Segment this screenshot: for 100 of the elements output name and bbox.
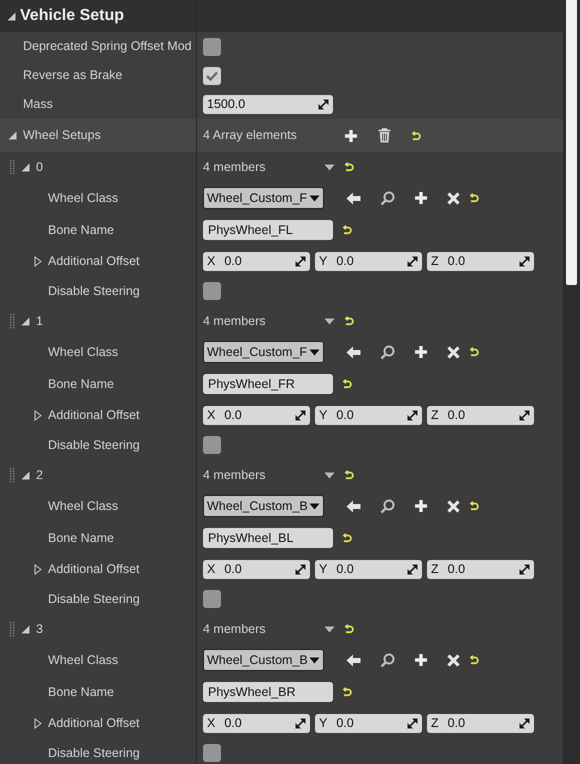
drag-handle-icon[interactable] xyxy=(10,622,15,636)
dropdown-caret-icon[interactable] xyxy=(324,164,335,170)
reset-icon[interactable] xyxy=(469,655,479,665)
close-icon[interactable] xyxy=(447,346,460,358)
vector-field[interactable]: Y 0.0 xyxy=(315,560,422,578)
close-icon[interactable] xyxy=(447,654,460,666)
trash-icon[interactable] xyxy=(378,128,391,143)
spin-handle-icon[interactable] xyxy=(519,718,530,728)
property-label: Additional Offset xyxy=(48,560,140,578)
spin-handle-icon[interactable] xyxy=(519,410,530,420)
expanded-arrow-icon[interactable] xyxy=(7,12,16,20)
left-arrow-icon[interactable] xyxy=(346,654,361,666)
class-dropdown[interactable]: Wheel_Custom_B xyxy=(203,649,324,671)
drag-handle-icon[interactable] xyxy=(10,314,15,328)
vector-field[interactable]: Z 0.0 xyxy=(427,252,534,270)
spin-handle-icon[interactable] xyxy=(295,256,306,266)
reset-icon[interactable] xyxy=(342,533,352,543)
left-arrow-icon[interactable] xyxy=(346,192,361,204)
search-icon[interactable] xyxy=(380,652,395,668)
vector-field[interactable]: X 0.0 xyxy=(203,406,310,424)
collapsed-arrow-icon[interactable] xyxy=(34,718,42,728)
dropdown-caret-icon[interactable] xyxy=(324,472,335,478)
reset-icon[interactable] xyxy=(411,130,421,140)
class-dropdown[interactable]: Wheel_Custom_B xyxy=(203,495,324,517)
spin-handle-icon[interactable] xyxy=(295,564,306,574)
member-count: 4 members xyxy=(203,620,267,638)
collapsed-arrow-icon[interactable] xyxy=(34,410,42,420)
caret-icon[interactable] xyxy=(309,656,320,664)
plus-icon[interactable] xyxy=(414,191,428,205)
text-field[interactable]: PhysWheel_FR xyxy=(203,374,333,394)
drag-handle-icon[interactable] xyxy=(10,160,15,174)
spin-handle-icon[interactable] xyxy=(519,256,530,266)
spin-handle-icon[interactable] xyxy=(295,410,306,420)
collapsed-arrow-icon[interactable] xyxy=(34,564,42,574)
search-icon[interactable] xyxy=(380,498,395,514)
left-arrow-icon[interactable] xyxy=(346,346,361,358)
drag-handle-icon[interactable] xyxy=(10,468,15,482)
spin-handle-icon[interactable] xyxy=(407,718,418,728)
vector-field[interactable]: X 0.0 xyxy=(203,560,310,578)
scrollbar-thumb[interactable] xyxy=(566,0,577,285)
vector-field[interactable]: Z 0.0 xyxy=(427,560,534,578)
spin-handle-icon[interactable] xyxy=(407,256,418,266)
class-dropdown[interactable]: Wheel_Custom_F xyxy=(203,341,324,363)
plus-icon[interactable] xyxy=(414,345,428,359)
expanded-arrow-icon[interactable] xyxy=(21,316,30,326)
member-count: 4 members xyxy=(203,466,267,484)
reset-icon[interactable] xyxy=(342,687,352,697)
vector-field[interactable]: Z 0.0 xyxy=(427,406,534,424)
spin-handle-icon[interactable] xyxy=(519,564,530,574)
number-field[interactable]: 1500.0 xyxy=(203,95,333,114)
caret-icon[interactable] xyxy=(309,194,320,202)
expanded-arrow-icon[interactable] xyxy=(8,131,17,140)
checkbox[interactable] xyxy=(203,66,221,84)
checkbox[interactable] xyxy=(203,38,221,56)
spin-handle-icon[interactable] xyxy=(318,99,329,110)
plus-icon[interactable] xyxy=(414,653,428,667)
vector-field[interactable]: Z 0.0 xyxy=(427,714,534,732)
checkbox[interactable] xyxy=(203,744,221,762)
reset-icon[interactable] xyxy=(469,347,479,357)
reset-icon[interactable] xyxy=(469,193,479,203)
dropdown-caret-icon[interactable] xyxy=(324,318,335,324)
array-count: 4 Array elements xyxy=(203,127,298,144)
vector-field[interactable]: Y 0.0 xyxy=(315,252,422,270)
plus-icon[interactable] xyxy=(414,499,428,513)
section-title: Vehicle Setup xyxy=(20,6,124,26)
plus-icon[interactable] xyxy=(344,128,358,142)
close-icon[interactable] xyxy=(447,192,460,204)
text-field[interactable]: PhysWheel_BR xyxy=(203,682,333,702)
checkbox[interactable] xyxy=(203,282,221,300)
expanded-arrow-icon[interactable] xyxy=(21,624,30,634)
reset-icon[interactable] xyxy=(344,162,354,172)
text-field[interactable]: PhysWheel_BL xyxy=(203,528,333,548)
expanded-arrow-icon[interactable] xyxy=(21,162,30,172)
dropdown-caret-icon[interactable] xyxy=(324,626,335,632)
vector-field[interactable]: X 0.0 xyxy=(203,252,310,270)
class-dropdown[interactable]: Wheel_Custom_F xyxy=(203,187,324,209)
reset-icon[interactable] xyxy=(469,501,479,511)
property-label: Reverse as Brake xyxy=(23,67,122,84)
caret-icon[interactable] xyxy=(309,348,320,356)
expanded-arrow-icon[interactable] xyxy=(21,470,30,480)
spin-handle-icon[interactable] xyxy=(295,718,306,728)
reset-icon[interactable] xyxy=(344,470,354,480)
caret-icon[interactable] xyxy=(309,502,320,510)
reset-icon[interactable] xyxy=(342,225,352,235)
search-icon[interactable] xyxy=(380,190,395,206)
collapsed-arrow-icon[interactable] xyxy=(34,256,42,266)
reset-icon[interactable] xyxy=(344,624,354,634)
spin-handle-icon[interactable] xyxy=(407,564,418,574)
vector-field[interactable]: Y 0.0 xyxy=(315,406,422,424)
spin-handle-icon[interactable] xyxy=(407,410,418,420)
checkbox[interactable] xyxy=(203,436,221,454)
left-arrow-icon[interactable] xyxy=(346,500,361,512)
vector-field[interactable]: Y 0.0 xyxy=(315,714,422,732)
text-field[interactable]: PhysWheel_FL xyxy=(203,220,333,240)
checkbox[interactable] xyxy=(203,590,221,608)
search-icon[interactable] xyxy=(380,344,395,360)
reset-icon[interactable] xyxy=(342,379,352,389)
close-icon[interactable] xyxy=(447,500,460,512)
vector-field[interactable]: X 0.0 xyxy=(203,714,310,732)
reset-icon[interactable] xyxy=(344,316,354,326)
